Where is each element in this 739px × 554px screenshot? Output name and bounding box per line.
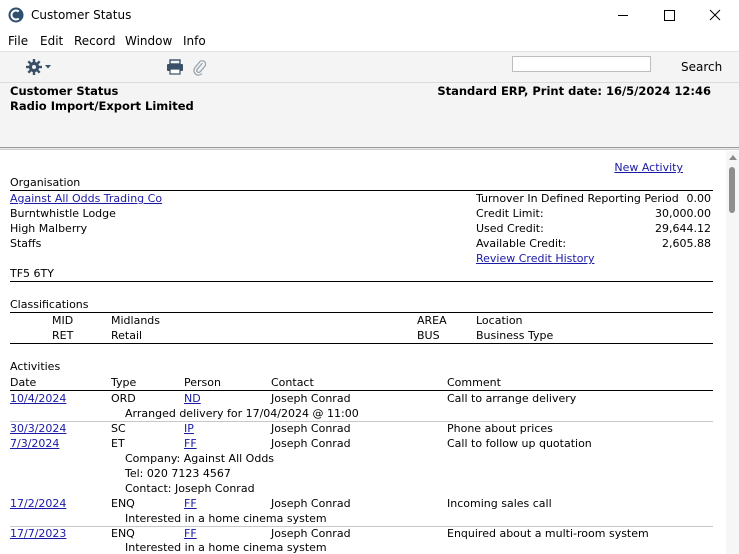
activity-type: SC [111,422,126,435]
classification-code: RET [52,329,74,342]
classification-type-name: Location [476,314,523,327]
activity-contact: Joseph Conrad [271,497,351,510]
activity-contact: Joseph Conrad [271,392,351,405]
minimize-icon [618,15,628,16]
activity-contact: Joseph Conrad [271,422,351,435]
activity-type: ET [111,437,125,450]
close-button[interactable] [692,0,738,31]
activity-date-link[interactable]: 7/3/2024 [10,437,59,450]
maximize-icon [664,10,675,21]
activity-contact: Joseph Conrad [271,437,351,450]
activity-comment: Call to arrange delivery [447,392,577,405]
menu-file[interactable]: File [8,34,28,48]
classification-type-code: AREA [417,314,447,327]
activity-comment: Phone about prices [447,422,553,435]
organisation-rule [10,190,713,191]
activity-date-link[interactable]: 17/7/2023 [10,527,66,540]
scroll-up-arrow-icon[interactable] [729,155,737,160]
activity-person-link[interactable]: IP [184,422,194,435]
scrollbar-thumb[interactable] [729,167,735,213]
postcode: TF5 6TY [10,267,54,280]
column-header-type: Type [111,376,137,389]
classification-name: Retail [111,329,143,342]
customer-name-link[interactable]: Against All Odds Trading Co [10,192,162,205]
search-button[interactable]: Search [681,60,722,74]
available-credit-label: Available Credit: [476,237,567,250]
maximize-button[interactable] [646,0,692,31]
menu-info[interactable]: Info [183,34,206,48]
organisation-section-title: Organisation [10,176,81,189]
activity-detail: Interested in a home cinema system [125,541,327,554]
used-credit-label: Used Credit: [476,222,544,235]
window-title: Customer Status [31,8,132,22]
address-line-2: High Malberry [10,222,88,235]
used-credit-value: 29,644.12 [655,222,711,235]
credit-limit-label: Credit Limit: [476,207,544,220]
activity-comment: Call to follow up quotation [447,437,592,450]
activity-person-link[interactable]: FF [184,527,197,540]
chevron-down-icon [45,65,51,69]
report-title: Customer Status [10,84,119,98]
address-line-3: Staffs [10,237,42,250]
available-credit-value: 2,605.88 [662,237,711,250]
organisation-bottom-rule [10,281,713,282]
column-header-comment: Comment [447,376,501,389]
review-credit-history-link[interactable]: Review Credit History [476,252,594,265]
attach-button[interactable] [193,59,207,76]
activity-contact: Joseph Conrad [271,527,351,540]
new-activity-link[interactable]: New Activity [614,161,683,174]
classification-name: Midlands [111,314,161,327]
menu-window[interactable]: Window [125,34,172,48]
activity-detail: Arranged delivery for 17/04/2024 @ 11:00 [125,407,359,420]
activity-detail: Interested in a home cinema system [125,512,327,525]
turnover-value: 0.00 [686,192,712,205]
gear-menu-button[interactable] [25,58,55,76]
company-name: Radio Import/Export Limited [10,99,194,113]
activity-detail: Tel: 020 7123 4567 [125,467,231,480]
activities-section-title: Activities [10,360,61,373]
address-line-1: Burntwhistle Lodge [10,207,116,220]
column-header-contact: Contact [271,376,314,389]
column-header-person: Person [184,376,221,389]
gear-icon [26,59,42,75]
activity-type: ENQ [111,527,135,540]
activity-detail: Company: Against All Odds [125,452,275,465]
search-input[interactable] [512,56,651,72]
activity-comment: Enquired about a multi-room system [447,527,649,540]
classifications-section-title: Classifications [10,298,89,311]
menu-record[interactable]: Record [74,34,115,48]
classification-code: MID [52,314,74,327]
activity-person-link[interactable]: ND [184,392,201,405]
activity-person-link[interactable]: FF [184,437,197,450]
turnover-label: Turnover In Defined Reporting Period [476,192,679,205]
activity-comment: Incoming sales call [447,497,552,510]
classification-type-name: Business Type [476,329,554,342]
classifications-bottom-rule [10,343,713,344]
activity-person-link[interactable]: FF [184,497,197,510]
paperclip-icon [193,60,207,76]
print-button[interactable] [166,59,184,75]
activities-rule [10,390,713,391]
activity-type: ORD [111,392,136,405]
activity-date-link[interactable]: 10/4/2024 [10,392,66,405]
activity-type: ENQ [111,497,135,510]
activity-date-link[interactable]: 30/3/2024 [10,422,66,435]
classification-type-code: BUS [417,329,440,342]
column-header-date: Date [10,376,37,389]
activity-date-link[interactable]: 17/2/2024 [10,497,66,510]
activity-detail: Contact: Joseph Conrad [125,482,255,495]
header-divider [0,147,739,150]
printer-icon [167,59,183,75]
app-logo-icon [8,7,24,23]
close-icon [709,9,721,21]
minimize-button[interactable] [600,0,646,31]
classifications-rule [10,312,713,313]
menu-edit[interactable]: Edit [40,34,63,48]
system-print-date: Standard ERP, Print date: 16/5/2024 12:4… [437,84,711,98]
credit-limit-value: 30,000.00 [655,207,711,220]
